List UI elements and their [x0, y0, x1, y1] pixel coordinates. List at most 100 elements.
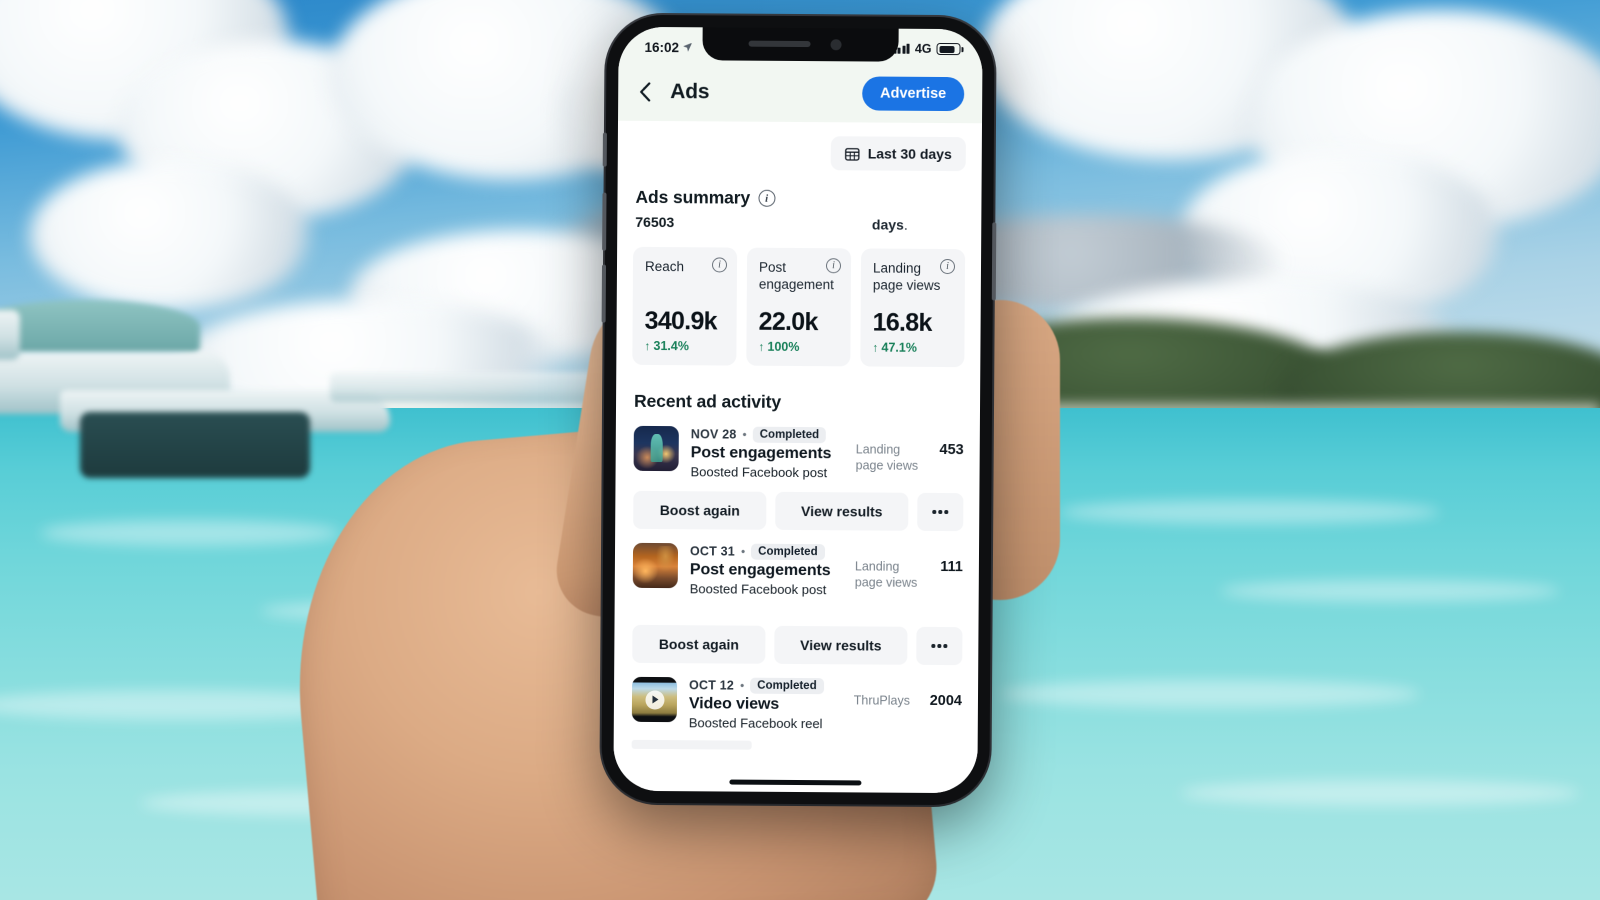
water-ripple: [1000, 680, 1420, 708]
ad-subtitle: Boosted Facebook post: [689, 581, 827, 598]
separator-dot: •: [740, 544, 746, 559]
notch: [702, 27, 899, 62]
recent-activity-title: Recent ad activity: [633, 390, 782, 412]
redaction-overlay: 76503: [635, 211, 872, 235]
phone-button-silent[interactable]: [602, 132, 607, 167]
water-ripple: [40, 520, 340, 546]
water-ripple: [1220, 580, 1560, 602]
night-building-thumbnail: [633, 425, 679, 472]
ad-actions: Boost again View results: [615, 479, 979, 532]
ad-details: NOV 28 • Completed Post engagements Boos…: [691, 426, 844, 480]
metric-delta: ↑ 47.1%: [872, 341, 952, 356]
ad-actions: Boost again View results: [614, 613, 978, 666]
status-badge: Completed: [751, 543, 825, 561]
ad-name: Post engagements: [690, 444, 832, 463]
ad-name: Post engagements: [689, 561, 831, 580]
back-button[interactable]: [632, 79, 658, 105]
boost-again-button[interactable]: Boost again: [633, 490, 767, 530]
metric-value: 340.9k: [644, 306, 717, 336]
view-results-button[interactable]: View results: [775, 491, 909, 531]
play-icon: [644, 689, 665, 710]
arrow-up-icon: ↑: [758, 339, 765, 354]
separator-dot: •: [742, 427, 747, 442]
metric-value: 16.8k: [872, 308, 932, 337]
list-item[interactable]: NOV 28 • Completed Post engagements Boos…: [616, 412, 980, 482]
boost-again-button[interactable]: Boost again: [632, 624, 766, 664]
cloud: [30, 160, 310, 310]
ad-date: OCT 12: [689, 678, 735, 693]
arrow-up-icon: ↑: [872, 340, 879, 355]
metric-label: Post engagement: [758, 259, 834, 293]
view-results-button[interactable]: View results: [774, 625, 908, 665]
ad-meta: NOV 28 • Completed: [690, 426, 844, 444]
ad-date: OCT 31: [689, 544, 736, 559]
location-arrow-icon: [683, 43, 692, 52]
ad-date: NOV 28: [690, 427, 737, 442]
arrow-up-icon: ↑: [644, 338, 651, 353]
status-time: 16:02: [644, 39, 680, 55]
ad-details: OCT 12 • Completed Video views Boosted F…: [689, 677, 842, 731]
status-bar-left: 16:02: [644, 39, 692, 55]
video-reel-thumbnail: [631, 676, 678, 723]
chevron-left-icon: [640, 82, 651, 102]
water-ripple: [1060, 500, 1440, 524]
ad-stat-label: ThruPlays: [853, 693, 911, 708]
content-area: Last 30 days Ads summary i · spent £1.14…: [613, 120, 983, 794]
water-ripple: [1180, 780, 1580, 806]
ad-meta: OCT 12 • Completed: [689, 677, 842, 695]
info-icon[interactable]: i: [825, 258, 842, 274]
phone-button-power[interactable]: [991, 222, 997, 301]
phone-button-volume-up[interactable]: [602, 192, 607, 251]
status-bar-right: 4G: [893, 41, 961, 56]
ad-stat: ThruPlays 2004: [854, 678, 962, 709]
phone-button-volume-down[interactable]: [601, 264, 607, 323]
battery-icon: [936, 42, 961, 56]
front-camera: [830, 39, 842, 51]
date-range-row: Last 30 days: [618, 121, 982, 172]
autumn-street-thumbnail: [632, 542, 679, 589]
separator-dot: •: [739, 678, 745, 693]
ad-stat-value: 453: [939, 441, 964, 459]
boat: [0, 310, 20, 360]
metric-delta-value: 47.1%: [881, 340, 917, 355]
ad-details: OCT 31 • Completed Post engagements Boos…: [690, 543, 843, 614]
ad-stat-label: Landing page views: [854, 559, 918, 590]
calendar-icon: [844, 147, 860, 161]
info-icon[interactable]: i: [711, 257, 728, 273]
ad-stat: Landing page views 111: [855, 544, 963, 591]
more-options-icon[interactable]: [917, 492, 964, 532]
page-title: Ads: [670, 80, 710, 104]
date-range-button[interactable]: Last 30 days: [830, 136, 966, 172]
status-badge: Completed: [750, 677, 824, 695]
home-indicator[interactable]: [729, 779, 862, 786]
list-item[interactable]: OCT 31 • Completed Post engagements Boos…: [615, 529, 980, 616]
ad-stat-value: 111: [940, 558, 963, 576]
status-network: 4G: [914, 41, 932, 56]
advertise-button[interactable]: Advertise: [861, 76, 965, 112]
app-header: Ads Advertise: [618, 62, 983, 124]
ad-subtitle: Boosted Facebook reel: [688, 715, 823, 732]
earpiece-speaker: [748, 40, 811, 48]
metric-label: Landing page views: [872, 260, 941, 293]
metric-card-reach[interactable]: i Reach 340.9k ↑ 31.4%: [632, 246, 738, 366]
metric-label: Reach: [644, 258, 685, 275]
list-item[interactable]: OCT 12 • Completed Video views Boosted F…: [614, 663, 978, 733]
ad-name: Video views: [688, 695, 780, 713]
metric-card-post-engagement[interactable]: i Post engagement 22.0k ↑ 100%: [746, 247, 852, 367]
status-badge: Completed: [752, 426, 827, 444]
phone-device: 16:02 4G Ads Advertise Last 30 days Ads …: [601, 14, 997, 806]
date-range-label: Last 30 days: [867, 145, 952, 163]
metric-delta-value: 31.4%: [653, 338, 689, 354]
ad-stat: Landing page views 453: [856, 427, 964, 474]
info-icon[interactable]: i: [758, 189, 776, 207]
more-options-icon[interactable]: [916, 626, 963, 666]
ads-summary-header: Ads summary i: [617, 169, 981, 211]
metric-card-landing-page-views[interactable]: i Landing page views 16.8k ↑ 47.1%: [860, 248, 966, 368]
ad-stat-value: 2004: [929, 692, 963, 710]
info-icon[interactable]: i: [939, 258, 956, 275]
ad-meta: OCT 31 • Completed: [689, 543, 843, 561]
ads-summary-body: · spent £1.14k on 4 ads in the last 30 d…: [617, 208, 981, 236]
summary-end: .: [903, 216, 908, 233]
phone-screen: 16:02 4G Ads Advertise Last 30 days Ads …: [613, 26, 983, 794]
ad-subtitle: Boosted Facebook post: [690, 464, 828, 481]
